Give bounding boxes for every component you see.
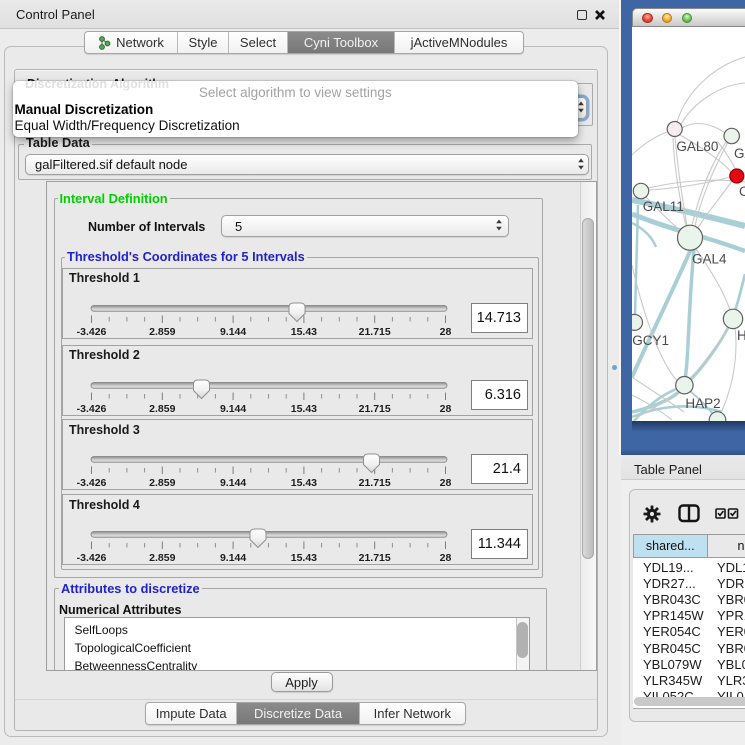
svg-text:28: 28 [440,477,452,489]
svg-text:9.144: 9.144 [220,552,246,564]
svg-text:21.715: 21.715 [359,403,391,415]
svg-text:GAL80: GAL80 [676,139,718,154]
svg-text:21.715: 21.715 [359,477,391,489]
svg-text:-3.426: -3.426 [77,477,107,489]
svg-text:CUP: CUP [739,184,745,199]
svg-text:28: 28 [440,403,452,415]
svg-text:28: 28 [440,326,452,338]
svg-text:15.43: 15.43 [291,403,317,415]
svg-text:15.43: 15.43 [291,552,317,564]
svg-text:HIS: HIS [737,328,745,343]
svg-text:-3.426: -3.426 [77,326,107,338]
svg-text:15.43: 15.43 [291,477,317,489]
svg-text:15.43: 15.43 [291,326,317,338]
svg-text:9.144: 9.144 [220,477,246,489]
svg-text:-3.426: -3.426 [77,403,107,415]
svg-text:2.859: 2.859 [149,552,175,564]
svg-text:GCY1: GCY1 [632,333,669,348]
svg-text:9.144: 9.144 [220,326,246,338]
svg-text:2.859: 2.859 [149,403,175,415]
svg-text:GAL4: GAL4 [692,252,727,267]
svg-text:2.859: 2.859 [149,326,175,338]
svg-text:9.144: 9.144 [220,403,246,415]
svg-text:HAP2: HAP2 [685,396,720,411]
svg-text:28: 28 [440,552,452,564]
svg-text:GAL7: GAL7 [734,146,745,161]
svg-text:-3.426: -3.426 [77,552,107,564]
svg-text:2.859: 2.859 [149,477,175,489]
svg-text:21.715: 21.715 [359,326,391,338]
svg-text:21.715: 21.715 [359,552,391,564]
svg-text:GAL11: GAL11 [643,199,684,214]
